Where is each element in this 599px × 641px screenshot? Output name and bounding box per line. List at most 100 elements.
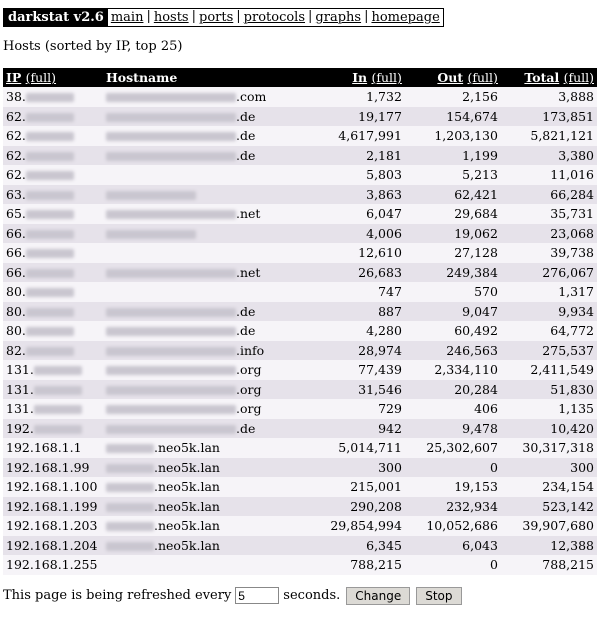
ip-link[interactable]: 80. [6, 304, 26, 319]
ip-link[interactable]: 192.168.1.99 [6, 460, 90, 475]
ip-link[interactable]: 131. [6, 362, 34, 377]
ip-cell[interactable]: 192.168.1.204 [3, 535, 103, 555]
nav-protocols[interactable]: protocols [244, 9, 305, 26]
hostname-cell [103, 555, 309, 575]
in-cell: 12,610 [308, 243, 405, 263]
ip-link[interactable]: 62. [6, 167, 26, 182]
hostname-cell [103, 184, 309, 204]
ip-link[interactable]: 131. [6, 401, 34, 416]
out-cell: 232,934 [404, 496, 501, 516]
ip-link[interactable]: 192.168.1.204 [6, 538, 97, 553]
hostname-suffix: .neo5k.lan [154, 518, 220, 534]
nav-hosts[interactable]: hosts [154, 9, 189, 26]
redacted [106, 366, 236, 376]
nav-homepage[interactable]: homepage [371, 9, 442, 26]
ip-link[interactable]: 192.168.1.1 [6, 440, 82, 455]
hostname-cell: .info [103, 340, 309, 360]
ip-link[interactable]: 82. [6, 343, 26, 358]
sort-in[interactable]: In [352, 70, 367, 85]
redacted [106, 327, 236, 337]
ip-cell[interactable]: 192.168.1.203 [3, 516, 103, 536]
table-row: 80. 747 570 1,317 [3, 282, 597, 302]
hostname-cell: .neo5k.lan [103, 516, 309, 536]
total-cell: 275,537 [500, 340, 597, 360]
ip-cell[interactable]: 66. [3, 223, 103, 243]
ip-link[interactable]: 192.168.1.199 [6, 499, 97, 514]
table-row: 62. 5,803 5,213 11,016 [3, 165, 597, 185]
redacted [25, 268, 74, 278]
ip-link[interactable]: 192.168.1.203 [6, 518, 97, 533]
ip-cell[interactable]: 62. [3, 165, 103, 185]
ip-cell[interactable]: 62. [3, 106, 103, 126]
nav-graphs[interactable]: graphs [315, 9, 361, 26]
ip-cell[interactable]: 192.168.1.99 [3, 457, 103, 477]
refresh-interval-input[interactable] [235, 587, 280, 604]
redacted [106, 405, 236, 415]
sort-ip[interactable]: IP [6, 70, 21, 85]
ip-link[interactable]: 192. [6, 421, 34, 436]
hostname-suffix: .org [236, 362, 262, 378]
ip-link[interactable]: 80. [6, 284, 26, 299]
ip-cell[interactable]: 62. [3, 126, 103, 146]
ip-link[interactable]: 192.168.1.255 [6, 557, 97, 572]
redacted [106, 346, 236, 356]
ip-full-link[interactable]: (full) [26, 70, 56, 85]
hostname-suffix: .de [236, 420, 256, 436]
ip-cell[interactable]: 82. [3, 340, 103, 360]
hostname-suffix: .de [236, 323, 256, 339]
ip-link[interactable]: 66. [6, 245, 26, 260]
ip-link[interactable]: 66. [6, 265, 26, 280]
ip-cell[interactable]: 63. [3, 184, 103, 204]
in-cell: 300 [308, 457, 405, 477]
redacted [106, 541, 154, 551]
ip-link[interactable]: 63. [6, 187, 26, 202]
ip-cell[interactable]: 131. [3, 360, 103, 380]
ip-cell[interactable]: 38. [3, 87, 103, 107]
ip-cell[interactable]: 131. [3, 379, 103, 399]
ip-cell[interactable]: 131. [3, 399, 103, 419]
ip-cell[interactable]: 192.168.1.1 [3, 438, 103, 458]
ip-cell[interactable]: 65. [3, 204, 103, 224]
redacted [106, 93, 236, 103]
nav-main[interactable]: main [111, 9, 144, 26]
hostname-cell [103, 165, 309, 185]
stop-button[interactable]: Stop [416, 586, 462, 605]
ip-link[interactable]: 38. [6, 89, 26, 104]
in-cell: 3,863 [308, 184, 405, 204]
redacted [106, 483, 154, 493]
ip-cell[interactable]: 62. [3, 145, 103, 165]
out-cell: 62,421 [404, 184, 501, 204]
ip-cell[interactable]: 80. [3, 282, 103, 302]
in-cell: 31,546 [308, 379, 405, 399]
redacted [106, 112, 236, 122]
ip-cell[interactable]: 66. [3, 243, 103, 263]
sort-out[interactable]: Out [437, 70, 463, 85]
in-full-link[interactable]: (full) [371, 70, 401, 85]
table-row: 192.168.1.203 .neo5k.lan 29,854,994 10,0… [3, 516, 597, 536]
ip-cell[interactable]: 192.168.1.255 [3, 555, 103, 575]
hostname-cell: .de [103, 106, 309, 126]
ip-link[interactable]: 131. [6, 382, 34, 397]
hostname-suffix: .neo5k.lan [154, 479, 220, 495]
ip-cell[interactable]: 80. [3, 301, 103, 321]
hostname-suffix: .de [236, 147, 256, 163]
ip-cell[interactable]: 192.168.1.199 [3, 496, 103, 516]
ip-link[interactable]: 62. [6, 128, 26, 143]
ip-cell[interactable]: 66. [3, 262, 103, 282]
sort-total[interactable]: Total [524, 70, 559, 85]
table-row: 65. .net 6,047 29,684 35,731 [3, 204, 597, 224]
ip-link[interactable]: 66. [6, 226, 26, 241]
ip-link[interactable]: 80. [6, 323, 26, 338]
out-cell: 406 [404, 399, 501, 419]
out-full-link[interactable]: (full) [468, 70, 498, 85]
ip-cell[interactable]: 192. [3, 418, 103, 438]
change-button[interactable]: Change [346, 586, 411, 605]
ip-link[interactable]: 62. [6, 148, 26, 163]
ip-link[interactable]: 62. [6, 109, 26, 124]
ip-cell[interactable]: 192.168.1.100 [3, 477, 103, 497]
ip-link[interactable]: 65. [6, 206, 26, 221]
ip-cell[interactable]: 80. [3, 321, 103, 341]
ip-link[interactable]: 192.168.1.100 [6, 479, 97, 494]
total-full-link[interactable]: (full) [564, 70, 594, 85]
nav-ports[interactable]: ports [199, 9, 233, 26]
